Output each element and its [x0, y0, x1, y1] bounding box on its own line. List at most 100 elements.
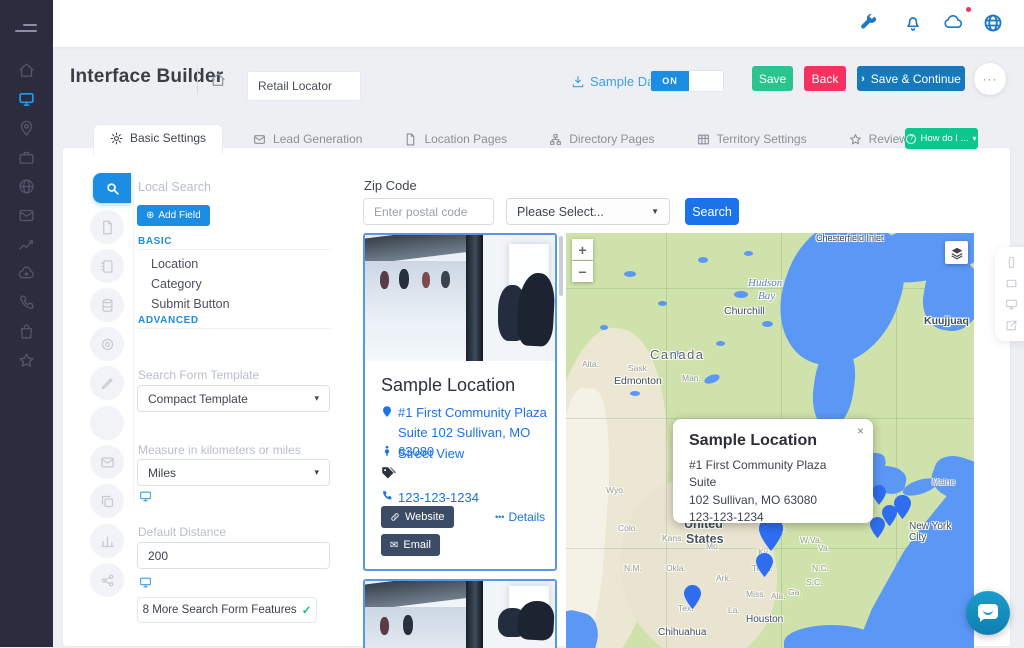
- store-photo: [365, 581, 555, 648]
- gear-icon: [110, 132, 123, 145]
- interface-builder-icon[interactable]: [18, 91, 35, 108]
- project-name-input[interactable]: [247, 71, 361, 101]
- download-icon: [571, 75, 585, 89]
- phone-link[interactable]: 123-123-1234: [381, 488, 479, 508]
- envelope-field-icon[interactable]: [90, 445, 124, 479]
- save-button[interactable]: Save: [752, 66, 793, 91]
- local-search-field-tile[interactable]: [93, 173, 131, 203]
- search-button[interactable]: Search: [685, 198, 739, 225]
- more-options-button[interactable]: ···: [974, 63, 1006, 95]
- map-label: Va.: [818, 543, 830, 553]
- how-do-i-button[interactable]: ? How do I ... ▾: [905, 128, 978, 149]
- star-tab-icon: [849, 133, 862, 146]
- cloud-upload-icon[interactable]: [18, 265, 35, 282]
- topbar: [53, 0, 1024, 47]
- email-button[interactable]: ✉ Email: [381, 534, 440, 556]
- local-search-label: Local Search: [138, 180, 211, 194]
- briefcase-icon[interactable]: [18, 149, 35, 166]
- lake: [630, 391, 640, 396]
- field-item-submit-button[interactable]: Submit Button: [151, 297, 230, 311]
- tab-lead-generation[interactable]: Lead Generation: [241, 126, 374, 153]
- map-canvas[interactable]: Chesterfield Inlet Hudson Bay Churchill …: [566, 233, 974, 648]
- breadcrumb-home-icon[interactable]: [210, 72, 226, 88]
- sitemap-icon: [549, 133, 562, 146]
- phone-icon[interactable]: [18, 294, 35, 311]
- add-field-button[interactable]: ⊕ Add Field: [137, 205, 210, 226]
- mobile-preview-icon[interactable]: [1005, 256, 1018, 269]
- map-pin-icon[interactable]: [894, 495, 911, 519]
- database-icon[interactable]: [90, 288, 124, 322]
- tab-territory-settings[interactable]: Territory Settings: [685, 126, 819, 153]
- lake: [698, 257, 708, 263]
- tab-directory-pages[interactable]: Directory Pages: [537, 126, 666, 153]
- analytics-icon[interactable]: [18, 236, 35, 253]
- address-book-icon[interactable]: [90, 249, 124, 283]
- map-zoom-in-button[interactable]: +: [572, 239, 593, 260]
- star-icon[interactable]: [18, 352, 35, 369]
- location-pin-icon[interactable]: [18, 120, 35, 137]
- map-pin-icon[interactable]: [872, 485, 886, 505]
- map-label: Alta.: [582, 359, 599, 369]
- bag-icon[interactable]: [18, 323, 35, 340]
- mail-icon[interactable]: [18, 207, 35, 224]
- lake: [744, 251, 753, 256]
- plus-circle-icon: ⊕: [146, 210, 154, 221]
- map-layers-button[interactable]: [945, 241, 968, 264]
- chevron-right-icon: ›: [861, 73, 865, 85]
- close-icon[interactable]: ×: [857, 424, 864, 438]
- map-label: Ga.: [788, 587, 802, 597]
- globe-icon[interactable]: [18, 178, 35, 195]
- map-pin-icon[interactable]: [756, 553, 773, 577]
- tools-wrench-icon[interactable]: [858, 13, 878, 33]
- map-label: Edmonton: [614, 375, 662, 387]
- builder-panel: Local Search ⊕ Add Field BASIC Location …: [62, 147, 1011, 647]
- tablet-preview-icon[interactable]: [1005, 277, 1018, 290]
- question-circle-icon: ?: [906, 134, 916, 144]
- save-continue-button[interactable]: › Save & Continue: [857, 66, 965, 91]
- chat-launcher-button[interactable]: [966, 591, 1010, 635]
- more-search-form-features-button[interactable]: 8 More Search Form Features ✓: [137, 597, 317, 623]
- website-button[interactable]: Website: [381, 506, 454, 528]
- hamburger-menu-icon[interactable]: [15, 20, 37, 36]
- details-link[interactable]: ••• Details: [495, 510, 545, 524]
- map-pin-icon[interactable]: [684, 585, 701, 609]
- world-account-icon[interactable]: [983, 13, 1003, 33]
- map-label: Wyo.: [606, 485, 625, 495]
- back-button[interactable]: Back: [804, 66, 846, 91]
- postal-code-input[interactable]: [363, 198, 494, 225]
- field-item-category[interactable]: Category: [151, 277, 202, 291]
- target-icon[interactable]: [90, 327, 124, 361]
- map-zoom-out-button[interactable]: −: [572, 261, 593, 282]
- table-icon: [697, 133, 710, 146]
- bar-chart-icon[interactable]: [90, 524, 124, 558]
- select-caret-icon: ▼: [651, 207, 659, 216]
- file-field-icon[interactable]: [90, 210, 124, 244]
- category-select[interactable]: Please Select... ▼: [506, 198, 670, 225]
- field-item-location[interactable]: Location: [151, 257, 198, 271]
- map-label: Maine: [932, 477, 955, 487]
- desktop-preview-icon[interactable]: [1005, 298, 1018, 311]
- brush-icon[interactable]: [90, 366, 124, 400]
- notifications-bell-icon[interactable]: [903, 13, 923, 33]
- map-label: Chihuahua: [658, 627, 706, 638]
- sample-data-switch[interactable]: ON: [650, 70, 724, 92]
- tab-basic-settings[interactable]: Basic Settings: [93, 124, 223, 154]
- tags-icon: [381, 466, 396, 481]
- measure-units-select[interactable]: Miles ▾: [137, 459, 330, 486]
- street-view-link[interactable]: Street View: [381, 444, 464, 464]
- default-distance-input[interactable]: [137, 542, 330, 569]
- external-link-icon[interactable]: [1005, 319, 1018, 332]
- switch-on-label: ON: [651, 71, 689, 91]
- map-label: Mo.: [706, 541, 720, 551]
- tab-location-pages[interactable]: Location Pages: [392, 126, 519, 153]
- share-nodes-icon[interactable]: [90, 563, 124, 597]
- map-label: N.M.: [624, 563, 642, 573]
- measure-units-label: Measure in kilometers or miles: [138, 443, 301, 457]
- home-icon[interactable]: [18, 62, 35, 79]
- search-form-template-select[interactable]: Compact Template ▾: [137, 385, 330, 412]
- results-scrollbar[interactable]: [559, 236, 563, 296]
- grid-icon[interactable]: [90, 406, 124, 440]
- chat-bubble-icon: [978, 604, 998, 619]
- copy-icon[interactable]: [90, 484, 124, 518]
- cloud-sync-icon[interactable]: [943, 13, 963, 33]
